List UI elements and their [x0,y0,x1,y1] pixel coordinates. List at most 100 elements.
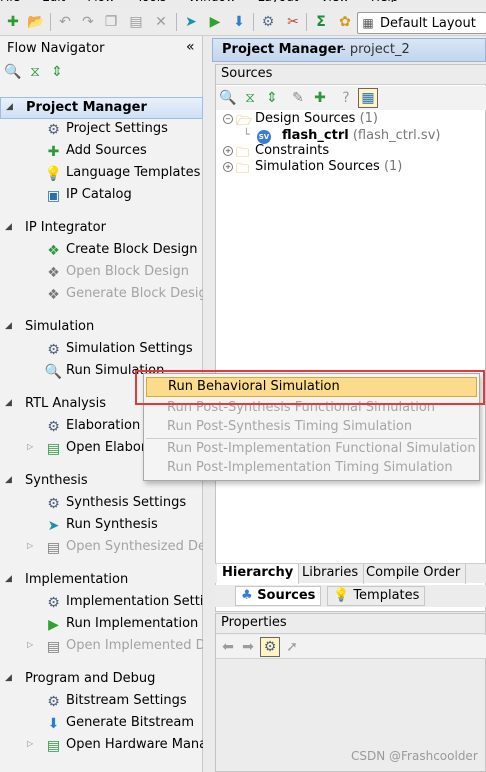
nav-implementation-settings[interactable]: ⚙ Implementation Settings [0,592,203,614]
menu-window[interactable]: Window [188,0,235,2]
delete-icon[interactable]: ✕ [151,12,171,32]
help-icon[interactable]: ? [336,88,356,108]
paste-icon[interactable]: ▤ [126,12,146,32]
properties-settings-icon[interactable]: ⚙ [260,637,280,657]
subtab-label: Sources [257,588,316,603]
section-title: Project Manager [26,100,147,115]
expand-arrow-icon[interactable]: ▷ [27,442,33,451]
pointer-icon[interactable]: ➚ [282,637,302,657]
back-arrow-icon[interactable]: ⬅ [218,637,238,657]
menu-edit[interactable]: Edit [42,0,65,2]
section-ip-integrator[interactable]: ◢ IP Integrator [0,218,203,240]
nav-open-implemented-design[interactable]: ▷ ▤ Open Implemented Design [0,636,203,658]
open-project-icon[interactable]: 📂 [26,12,46,32]
gear-icon: ⚙ [47,121,60,138]
menu-file[interactable]: File [0,0,20,2]
program-icon[interactable]: ⬇ [229,12,249,32]
section-implementation[interactable]: ◢ Implementation [0,570,203,592]
expand-arrow-icon[interactable]: ▷ [27,739,33,748]
gear-icon: ⚙ [47,693,60,710]
nav-synthesis-settings[interactable]: ⚙ Synthesis Settings [0,493,203,515]
menu-view[interactable]: View [320,0,348,2]
nav-label: Open Synthesized Design [66,539,203,554]
section-project-manager[interactable]: ◢ Project Manager [0,97,203,119]
edit-icon[interactable]: ✎ [288,88,308,108]
expand-all-icon[interactable]: ⇕ [48,63,66,81]
expanded-arrow-icon: ◢ [5,673,12,683]
search-icon[interactable]: 🔍 [4,63,22,81]
layout-select[interactable]: ▦ Default Layout [357,12,486,34]
menu-flow[interactable]: Flow [87,0,114,2]
layout-icon[interactable]: ✿ [335,12,355,32]
menu-run-post-implementation-timing[interactable]: Run Post-Implementation Timing Simulatio… [146,459,477,479]
tree-toggle-icon[interactable]: − [223,114,233,124]
nav-simulation-settings[interactable]: ⚙ Simulation Settings [0,339,203,361]
forward-arrow-icon[interactable]: ➡ [238,637,258,657]
nav-run-implementation[interactable]: ▶ Run Implementation [0,614,203,636]
tab-libraries[interactable]: Libraries [297,564,365,584]
nav-ip-catalog[interactable]: ▣ IP Catalog [0,185,203,207]
nav-generate-bitstream[interactable]: ⬇ Generate Bitstream [0,713,203,735]
tree-toggle-icon[interactable]: + [223,162,233,172]
nav-project-settings[interactable]: ⚙ Project Settings [0,119,203,141]
tab-hierarchy[interactable]: Hierarchy [217,564,300,584]
toolbar-separator [50,13,51,31]
tab-compile-order[interactable]: Compile Order [361,564,467,584]
menu-help[interactable]: Help [371,0,398,2]
section-simulation[interactable]: ◢ Simulation [0,317,203,339]
nav-create-block-design[interactable]: ❖ Create Block Design [0,240,203,262]
expand-all-icon[interactable]: ⇕ [262,88,282,108]
subtab-sources[interactable]: ♣ Sources [235,586,322,606]
section-title: Implementation [25,572,129,587]
expand-arrow-icon[interactable]: ▷ [27,541,33,550]
sources-tabs: Hierarchy Libraries Compile Order [215,563,486,584]
menu-layout[interactable]: Layout [258,0,299,2]
subtab-templates[interactable]: 💡 Templates [327,586,426,606]
section-program-and-debug[interactable]: ◢ Program and Debug [0,669,203,691]
section-title: Simulation [25,319,95,334]
tools-icon[interactable]: ✂ [283,12,303,32]
menu-label: Run Post-Implementation Timing Simulatio… [167,460,453,475]
tree-toggle-icon[interactable]: + [223,146,233,156]
menu-run-post-implementation-functional[interactable]: Run Post-Implementation Functional Simul… [146,440,477,460]
nav-open-synthesized-design[interactable]: ▷ ▤ Open Synthesized Design [0,537,203,559]
collapse-icon[interactable]: « [186,39,195,55]
redo-icon[interactable]: ↷ [78,12,98,32]
nav-label: Run Implementation [66,616,199,631]
subtab-label: Templates [353,588,420,603]
new-project-icon[interactable]: ✚ [3,12,23,32]
collapse-all-icon[interactable]: ⧖ [240,88,260,108]
undo-icon[interactable]: ↶ [55,12,75,32]
menu-tools[interactable]: Tools [137,0,167,2]
copy-icon[interactable]: ❐ [101,12,121,32]
nav-open-hardware-manager[interactable]: ▷ ▤ Open Hardware Manager [0,735,203,757]
expand-arrow-icon[interactable]: ▷ [27,640,33,649]
expanded-arrow-icon: ◢ [5,475,12,485]
main-toolbar: ✚ 📂 ↶ ↷ ❐ ▤ ✕ ➤ ▶ ⬇ ⚙ ✂ Σ ✿ ▦ Default La… [0,8,486,36]
open-design-icon: ▤ [46,638,61,655]
sources-toolbar: 🔍 ⧖ ⇕ ✎ ✚ ? ▦ [216,86,486,110]
sources-icon: ♣ [241,588,253,603]
expanded-arrow-icon: ◢ [5,222,12,232]
collapse-all-icon[interactable]: ⧖ [26,63,44,81]
layout-grid-icon: ▦ [362,16,374,30]
show-hierarchy-icon[interactable]: ▦ [358,88,378,108]
nav-language-templates[interactable]: 💡 Language Templates [0,163,203,185]
menu-run-post-synthesis-timing[interactable]: Run Post-Synthesis Timing Simulation [146,418,477,438]
nav-run-synthesis[interactable]: ➤ Run Synthesis [0,515,203,537]
nav-generate-block-design[interactable]: ❖ Generate Block Design [0,284,203,306]
search-icon[interactable]: 🔍 [218,88,238,108]
tree-label: flash_ctrl [282,128,349,143]
tree-detail: (flash_ctrl.sv) [352,128,441,143]
add-sources-icon[interactable]: ✚ [310,88,330,108]
nav-add-sources[interactable]: ✚ Add Sources [0,141,203,163]
run-icon[interactable]: ▶ [205,12,225,32]
project-name: - project_2 [341,42,410,57]
run-flow-icon[interactable]: ➤ [181,12,201,32]
systemverilog-icon: SV [257,130,271,144]
nav-bitstream-settings[interactable]: ⚙ Bitstream Settings [0,691,203,713]
settings-icon[interactable]: ⚙ [258,12,278,32]
nav-open-block-design[interactable]: ❖ Open Block Design [0,262,203,284]
sigma-icon[interactable]: Σ [311,12,331,32]
gear-icon: ⚙ [47,418,60,435]
